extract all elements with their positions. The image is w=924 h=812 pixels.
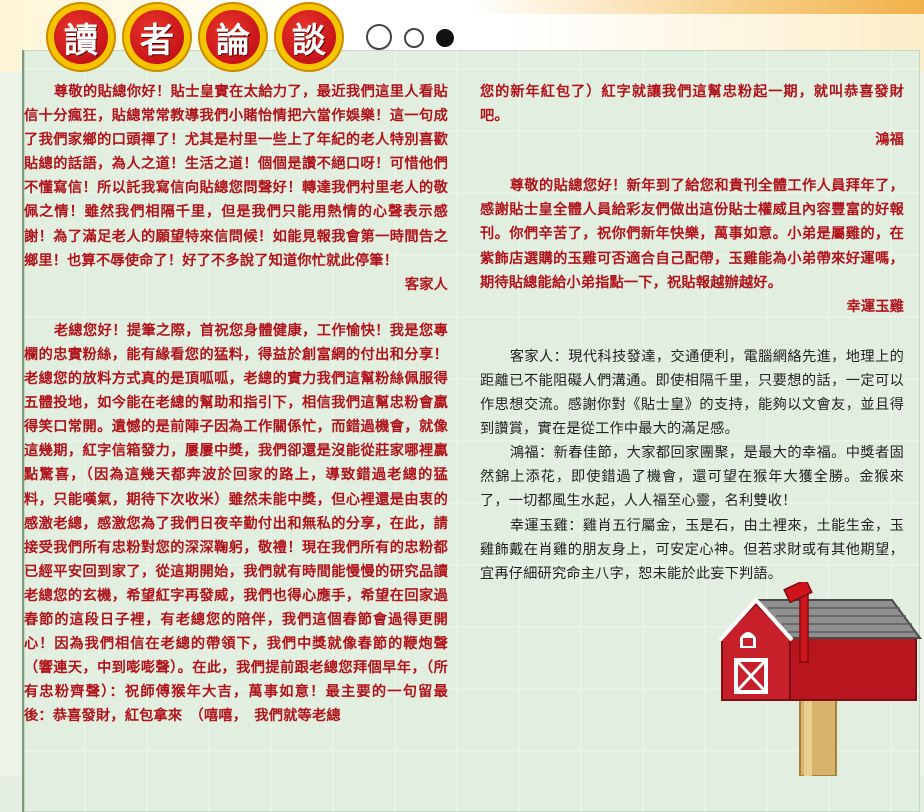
letter-yuji-signature: 幸運玉雞 (846, 298, 904, 315)
title-char-2: 者 (130, 10, 184, 64)
mailbox-icon (716, 578, 924, 777)
reply-hongfu: 鴻福：新春佳節，大家都回家團聚，是最大的幸福。中獎者固然錦上添花，即使錯過了機會… (480, 445, 904, 510)
reply-yuji: 幸運玉雞：雞肖五行屬金，玉是石，由土裡來，土能生金，玉雞飾戴在肖雞的朋友身上，可… (480, 517, 904, 582)
title-badge-2: 者 (124, 4, 190, 70)
dot-large-icon (366, 24, 392, 50)
letter-yuji-text: 尊敬的貼總您好！新年到了給您和貴刊全體工作人員拜年了，感謝貼士皇全體人員給彩友們… (480, 178, 904, 291)
header-accent-strip (470, 0, 924, 14)
letter-hongfu-text: 老總您好！提筆之際，首祝您身體健康，工作愉快！我是您專欄的忠實粉絲，能有緣看您的… (24, 322, 448, 725)
dot-small-icon (436, 29, 454, 47)
replies-section: 客家人：現代科技發達，交通便利，電腦網絡先進，地理上的距離已不能阻礙人們溝通。即… (480, 345, 904, 586)
reply-kejiaren: 客家人：現代科技發達，交通便利，電腦網絡先進，地理上的距離已不能阻礙人們溝通。即… (480, 348, 904, 438)
dot-medium-icon (404, 28, 424, 48)
title-char-4: 談 (282, 10, 336, 64)
title-badge-3: 論 (200, 4, 266, 70)
letter-hongfu-signature: 鴻福 (875, 132, 904, 149)
letter-kejiaren-text: 尊敬的貼總你好！貼士皇實在太給力了，最近我們這里人看貼信十分瘋狂，貼總常常教導我… (24, 84, 448, 269)
letter-kejiaren-signature: 客家人 (404, 276, 448, 293)
title-badge-4: 談 (276, 4, 342, 70)
letter-hongfu-continued: 您的新年紅包了）紅字就讓我們這幫忠粉起一期，就叫恭喜發財吧。 (480, 84, 904, 125)
title-badge-1: 讀 (48, 4, 114, 70)
right-column: 您的新年紅包了）紅字就讓我們這幫忠粉起一期，就叫恭喜發財吧。 鴻福 尊敬的貼總您… (480, 80, 904, 586)
left-column: 尊敬的貼總你好！貼士皇實在太給力了，最近我們這里人看貼信十分瘋狂，貼總常常教導我… (24, 80, 448, 728)
title-char-3: 論 (206, 10, 260, 64)
title-char-1: 讀 (54, 10, 108, 64)
